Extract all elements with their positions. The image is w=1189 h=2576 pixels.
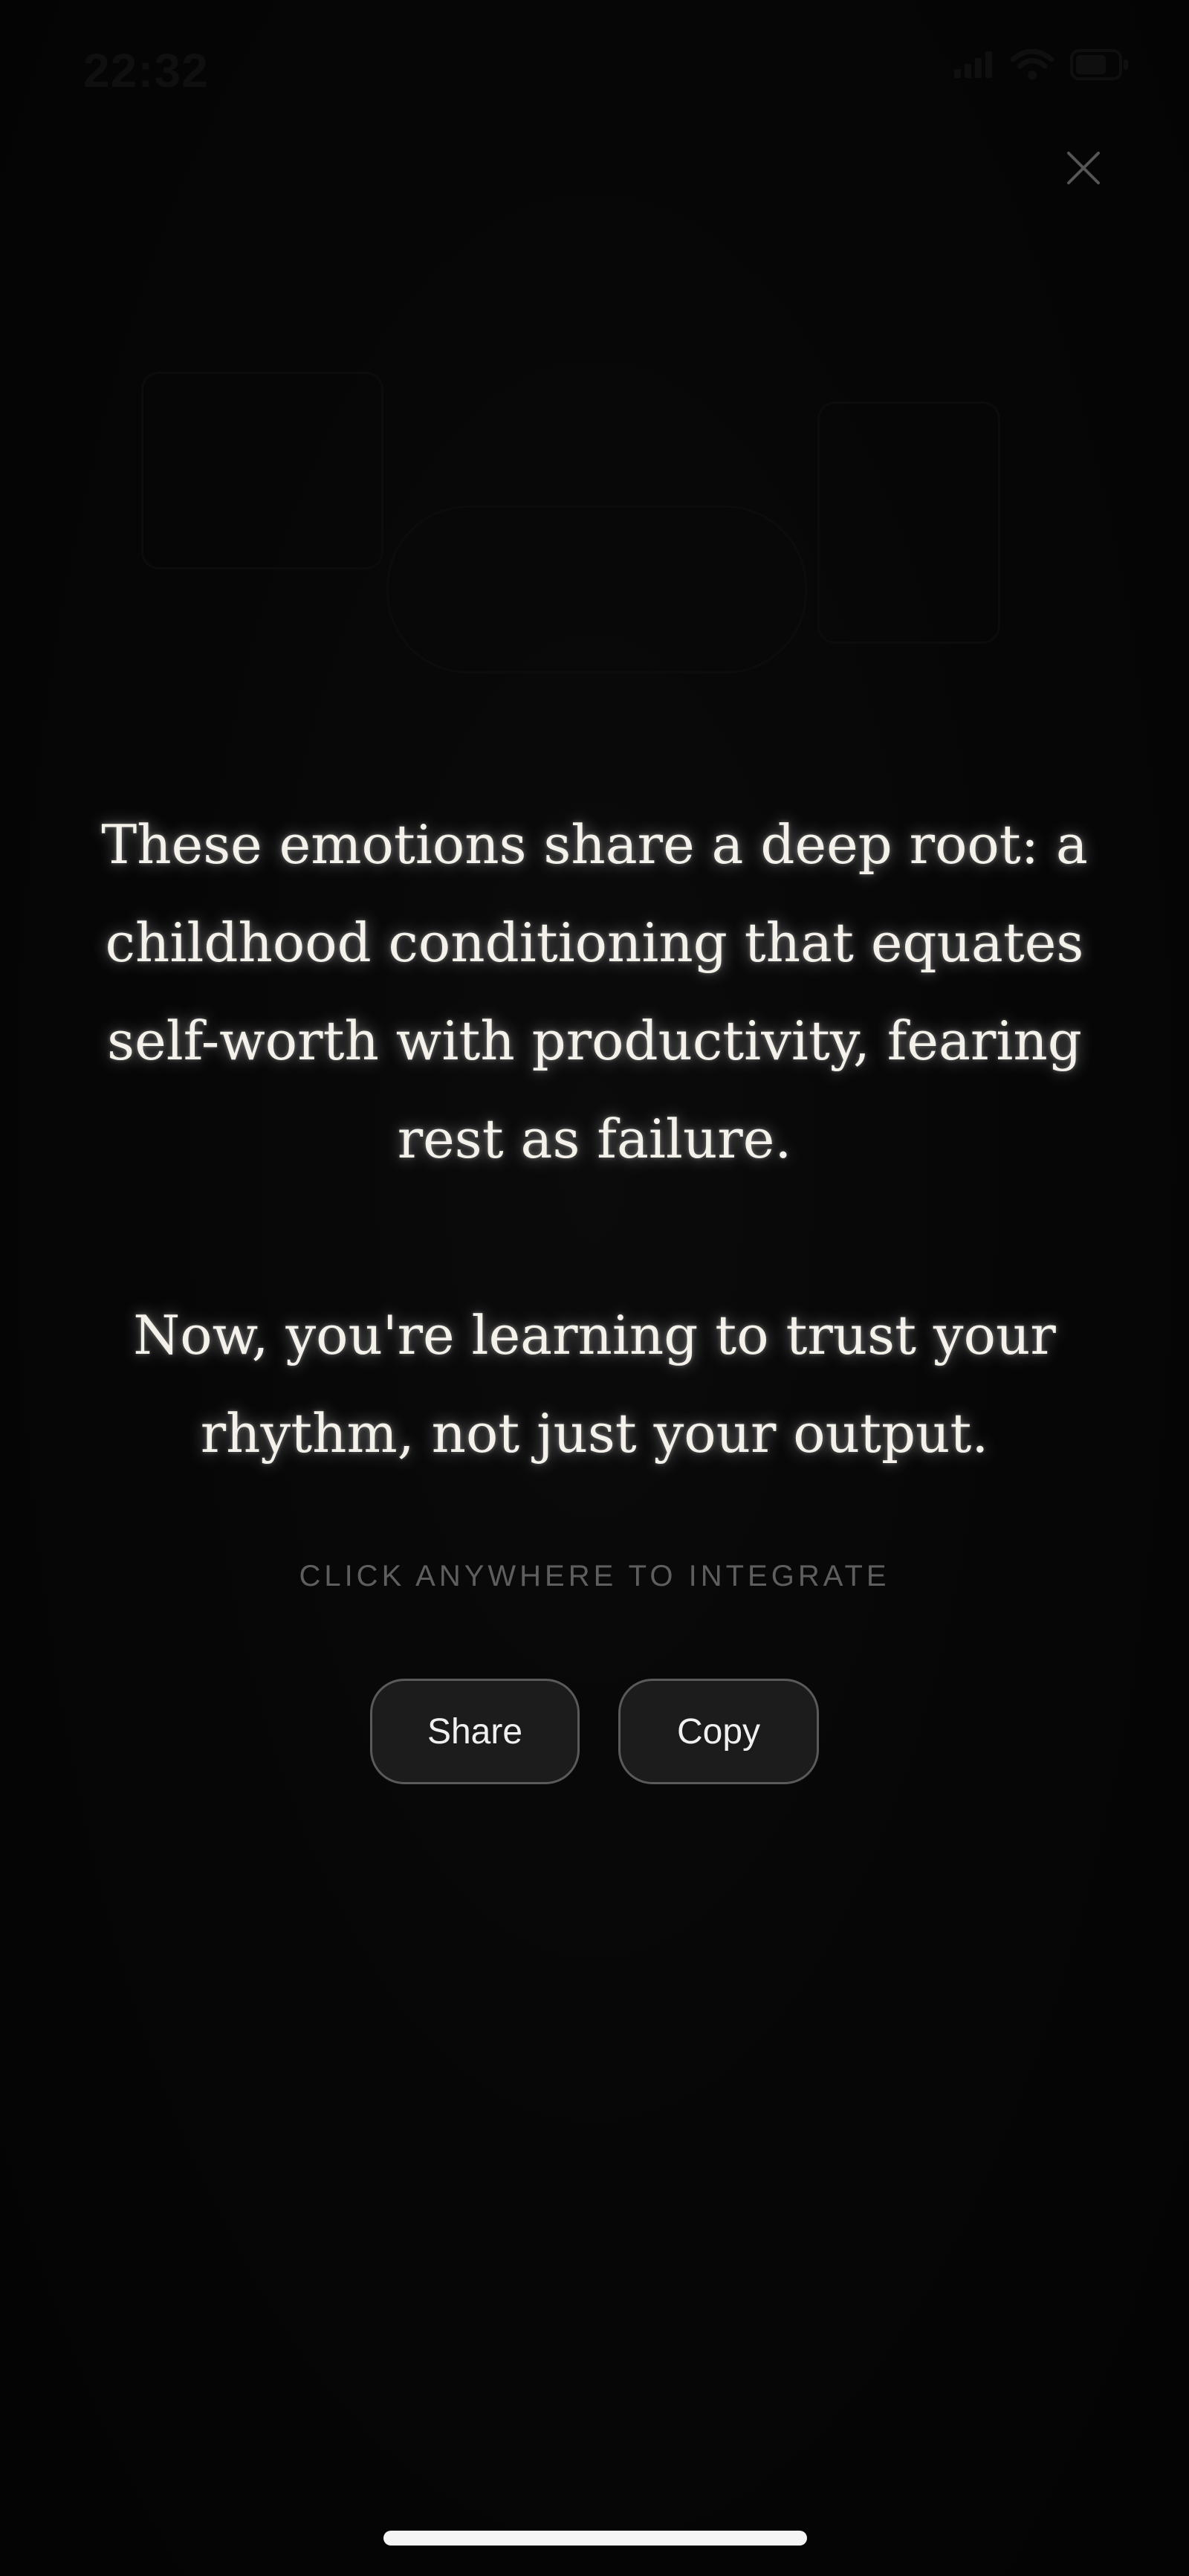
insight-paragraph-growth: Now, you're learning to trust your rhyth…: [133, 1304, 1056, 1465]
home-indicator[interactable]: [383, 2531, 807, 2546]
share-button[interactable]: Share: [370, 1679, 580, 1784]
insight-paragraph-root: These emotions share a deep root: a chil…: [101, 813, 1088, 1170]
background-shape: [386, 506, 807, 674]
insight-message: These emotions share a deep root: a chil…: [89, 795, 1100, 1482]
status-icons: [954, 49, 1130, 80]
copy-button[interactable]: Copy: [618, 1679, 819, 1784]
background-shape: [817, 401, 1000, 644]
integration-screen[interactable]: 22:32 These emotions share a deep root: …: [0, 0, 1189, 2576]
integrate-hint: CLICK ANYWHERE TO INTEGRATE: [299, 1560, 890, 1592]
close-button[interactable]: [1061, 146, 1106, 190]
signal-icon: [954, 51, 994, 78]
wifi-icon: [1011, 49, 1054, 80]
background-shape: [141, 372, 383, 569]
close-icon: [1067, 152, 1100, 184]
action-buttons: Share Copy: [0, 1679, 1189, 1784]
status-time: 22:32: [83, 44, 209, 97]
battery-icon: [1070, 49, 1130, 80]
